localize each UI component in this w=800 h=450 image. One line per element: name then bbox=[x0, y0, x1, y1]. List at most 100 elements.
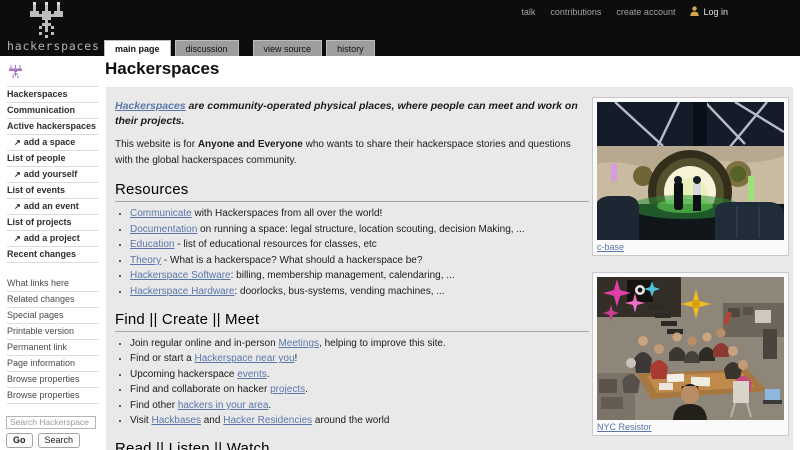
bullet-list-resources: Communicate with Hackerspaces from all o… bbox=[115, 207, 589, 298]
sidebar-item-add-a-space[interactable]: ↗ add a space bbox=[7, 135, 99, 151]
sidebar-tool-printable-version[interactable]: Printable version bbox=[7, 324, 99, 340]
list-item: Education - list of educational resource… bbox=[130, 238, 589, 251]
page-tabs: main page discussion view source history bbox=[104, 40, 379, 56]
tab-main-page[interactable]: main page bbox=[104, 40, 171, 56]
search-button[interactable]: Search bbox=[37, 433, 81, 448]
sidebar-item-label: add an event bbox=[23, 201, 79, 211]
article-sections: Resources Communicate with Hackerspaces f… bbox=[115, 181, 589, 450]
tab-discussion[interactable]: discussion bbox=[174, 40, 239, 56]
wiki-link-hackerspace-software[interactable]: Hackerspace Software bbox=[130, 270, 231, 281]
sidebar-nav-list: Hackerspaces Communication Active hackersp… bbox=[0, 86, 99, 263]
wiki-link-theory[interactable]: Theory bbox=[130, 255, 161, 266]
sidebar-item-list-of-projects[interactable]: List of projects bbox=[7, 215, 99, 231]
add-arrow-icon: ↗ bbox=[14, 138, 21, 147]
sidebar-item-label: add yourself bbox=[23, 169, 78, 179]
list-item: Theory - What is a hackerspace? What sho… bbox=[130, 254, 589, 267]
personal-tools-bar: talk contributions create account Log in bbox=[521, 6, 728, 18]
sidebar-item-list-of-people[interactable]: List of people bbox=[7, 151, 99, 167]
article-text-column: Hackerspaces are community-operated phys… bbox=[115, 99, 589, 450]
content-panel: Hackerspaces are community-operated phys… bbox=[106, 87, 793, 450]
wiki-link-hacker-residencies[interactable]: Hacker Residencies bbox=[223, 415, 312, 426]
sidebar-tool-what-links-here[interactable]: What links here bbox=[7, 276, 99, 292]
tab-history[interactable]: history bbox=[326, 40, 375, 56]
section-heading-resources: Resources bbox=[115, 181, 589, 203]
hackerspaces-wiki-page: hackerspaces talk contributions create acc… bbox=[0, 0, 800, 450]
wiki-link-documentation[interactable]: Documentation bbox=[130, 224, 197, 235]
sidebar-item-add-a-project[interactable]: ↗ add a project bbox=[7, 231, 99, 247]
sidebar-item-add-yourself[interactable]: ↗ add yourself bbox=[7, 167, 99, 183]
sidebar-item-label: add a project bbox=[23, 233, 80, 243]
intro-tagline: Hackerspaces are community-operated phys… bbox=[115, 100, 578, 127]
section-heading-find-create-meet: Find || Create || Meet bbox=[115, 311, 589, 332]
list-item: Hackerspace Software: billing, membershi… bbox=[130, 269, 589, 282]
sidebar-item-communication[interactable]: Communication bbox=[7, 103, 99, 119]
photo-cbase[interactable] bbox=[597, 102, 784, 240]
wiki-link-hackers-in-your-area[interactable]: hackers in your area bbox=[178, 400, 269, 411]
sidebar-item-label: Recent changes bbox=[7, 249, 77, 259]
thumbnail-cbase[interactable]: c-base bbox=[592, 97, 789, 256]
site-logo-wordmark[interactable]: hackerspaces bbox=[7, 39, 100, 53]
sidebar-tool-permanent-link[interactable]: Permanent link bbox=[7, 340, 99, 356]
thumbnail-caption-link-nyc-resistor[interactable]: NYC Resistor bbox=[597, 422, 652, 432]
site-header: hackerspaces talk contributions create acc… bbox=[0, 0, 800, 56]
person-icon bbox=[690, 6, 700, 18]
sidebar-item-label: add a space bbox=[23, 137, 76, 147]
wiki-link-meetings[interactable]: Meetings bbox=[278, 338, 319, 349]
personal-link-create-account[interactable]: create account bbox=[616, 7, 675, 17]
list-item: Documentation on running a space: legal … bbox=[130, 223, 589, 236]
sidebar-tool-page-information[interactable]: Page information bbox=[7, 356, 99, 372]
sidebar-item-label: Hackerspaces bbox=[7, 89, 68, 99]
personal-link-talk[interactable]: talk bbox=[521, 7, 535, 17]
wiki-link-hackbases[interactable]: Hackbases bbox=[152, 415, 201, 426]
sidebar-item-label: Active hackerspaces bbox=[7, 121, 97, 131]
sidebar-tool-browse-properties[interactable]: Browse properties bbox=[7, 372, 99, 388]
sidebar-tool-browse-properties[interactable]: Browse properties bbox=[7, 388, 99, 404]
sidebar-item-label: List of people bbox=[7, 153, 66, 163]
sidebar-item-add-an-event[interactable]: ↗ add an event bbox=[7, 199, 99, 215]
sidebar-item-hackerspaces[interactable]: Hackerspaces bbox=[7, 86, 99, 103]
login-button[interactable]: Log in bbox=[690, 6, 728, 18]
wiki-link-projects[interactable]: projects bbox=[270, 384, 305, 395]
personal-link-contributions[interactable]: contributions bbox=[550, 7, 601, 17]
wiki-link-communicate[interactable]: Communicate bbox=[130, 208, 192, 219]
list-item: Hackerspace Hardware: doorlocks, bus-sys… bbox=[130, 285, 589, 298]
list-item: Visit Hackbases and Hacker Residencies a… bbox=[130, 414, 589, 427]
photo-nyc-resistor[interactable] bbox=[597, 277, 784, 420]
sidebar-tools-list: What links here Related changes Special pa… bbox=[0, 276, 99, 404]
sidebar: Hackerspaces Communication Active hackersp… bbox=[0, 56, 106, 450]
wiki-link-hackerspaces[interactable]: Hackerspaces bbox=[115, 100, 186, 112]
thumbnail-nyc-resistor[interactable]: NYC Resistor bbox=[592, 272, 789, 436]
sidebar-tool-special-pages[interactable]: Special pages bbox=[7, 308, 99, 324]
go-button[interactable]: Go bbox=[6, 433, 33, 448]
wiki-link-hackerspace-near-you[interactable]: Hackerspace near you bbox=[194, 353, 294, 364]
add-arrow-icon: ↗ bbox=[14, 202, 21, 211]
sidebar-item-label: List of events bbox=[7, 185, 66, 195]
wiki-link-hackerspace-hardware[interactable]: Hackerspace Hardware bbox=[130, 286, 235, 297]
search-box: Go Search bbox=[6, 412, 106, 448]
bold-text: Anyone and Everyone bbox=[197, 139, 303, 151]
intro-description: This website is for Anyone and Everyone … bbox=[115, 139, 571, 166]
list-item: Find other hackers in your area. bbox=[130, 399, 589, 412]
page-title: Hackerspaces bbox=[105, 59, 220, 78]
list-item: Find or start a Hackerspace near you! bbox=[130, 352, 589, 365]
wiki-link-events[interactable]: events bbox=[237, 369, 266, 380]
chandelier-purple-icon[interactable] bbox=[8, 65, 23, 79]
list-item: Find and collaborate on hacker projects. bbox=[130, 383, 589, 396]
wiki-link-education[interactable]: Education bbox=[130, 239, 174, 250]
login-label: Log in bbox=[703, 7, 728, 17]
sidebar-item-label: Communication bbox=[7, 105, 76, 115]
sidebar-item-list-of-events[interactable]: List of events bbox=[7, 183, 99, 199]
list-item: Join regular online and in-person Meetin… bbox=[130, 337, 589, 350]
search-input[interactable] bbox=[6, 415, 96, 429]
thumbnail-caption-link-cbase[interactable]: c-base bbox=[597, 242, 624, 252]
add-arrow-icon: ↗ bbox=[14, 170, 21, 179]
sidebar-tool-related-changes[interactable]: Related changes bbox=[7, 292, 99, 308]
list-item: Upcoming hackerspace events. bbox=[130, 368, 589, 381]
chandelier-logo-icon[interactable] bbox=[27, 2, 66, 43]
sidebar-item-active-hackerspaces[interactable]: Active hackerspaces bbox=[7, 119, 99, 135]
section-heading-read-listen-watch: Read || Listen || Watch bbox=[115, 440, 589, 450]
sidebar-item-recent-changes[interactable]: Recent changes bbox=[7, 247, 99, 263]
sidebar-item-label: List of projects bbox=[7, 217, 72, 227]
tab-view-source[interactable]: view source bbox=[252, 40, 323, 56]
add-arrow-icon: ↗ bbox=[14, 234, 21, 243]
